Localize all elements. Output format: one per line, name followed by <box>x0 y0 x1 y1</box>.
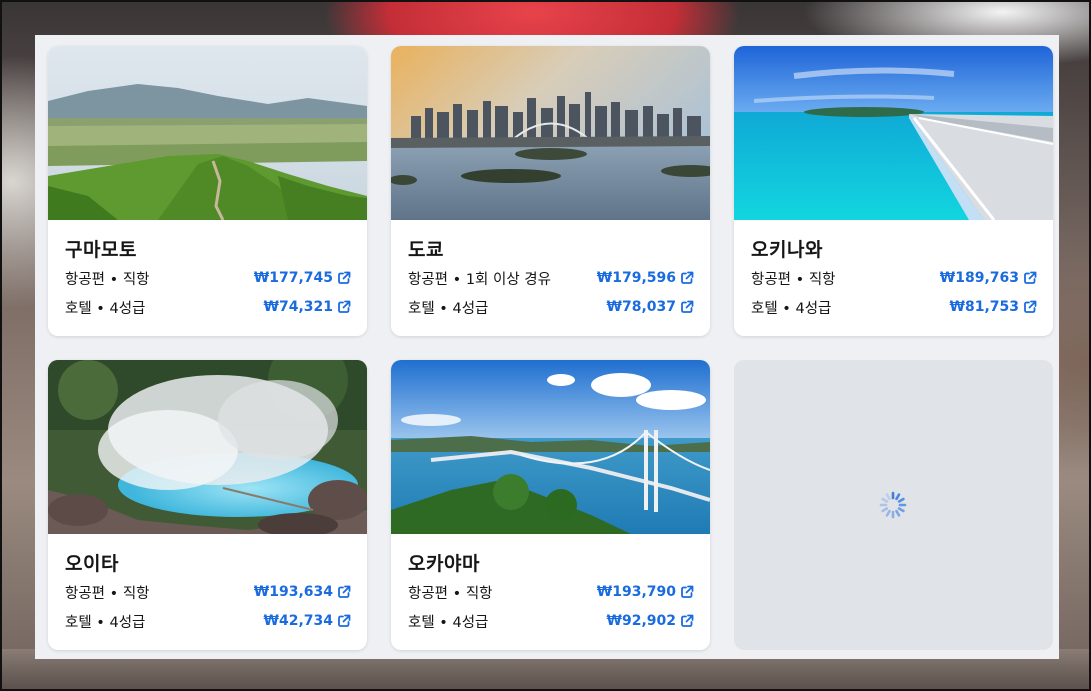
hotel-price: ₩42,734 <box>263 613 333 629</box>
hotel-detail: 4성급 <box>452 614 489 631</box>
flight-row: 항공편 • 직항 ₩193,790 <box>408 582 694 602</box>
hotel-label: 호텔 <box>65 614 92 631</box>
hotel-price-link[interactable]: ₩78,037 <box>607 299 694 315</box>
destination-photo <box>734 46 1053 220</box>
external-link-icon <box>1024 300 1037 313</box>
hotel-label: 호텔 <box>408 300 435 317</box>
external-link-icon <box>681 300 694 313</box>
external-link-icon <box>338 300 351 313</box>
loading-spinner-icon <box>879 491 907 519</box>
flight-price: ₩189,763 <box>939 270 1019 286</box>
destination-photo <box>48 46 367 220</box>
hotel-label: 호텔 <box>65 300 92 317</box>
flight-price-link[interactable]: ₩179,596 <box>597 270 694 286</box>
external-link-icon <box>338 271 351 284</box>
flight-price: ₩193,634 <box>253 584 333 600</box>
destination-photo <box>48 360 367 534</box>
flight-label: 항공편 <box>408 271 449 288</box>
flight-detail: 직항 <box>465 585 493 602</box>
flight-price-link[interactable]: ₩193,634 <box>254 584 351 600</box>
hotel-row: 호텔 • 4성급 ₩92,902 <box>408 611 694 631</box>
flight-label: 항공편 <box>65 585 106 602</box>
hotel-detail: 4성급 <box>109 300 146 317</box>
hotel-price-link[interactable]: ₩42,734 <box>264 613 351 629</box>
flight-price-link[interactable]: ₩177,745 <box>254 270 351 286</box>
hotel-detail: 4성급 <box>452 300 489 317</box>
flight-price: ₩179,596 <box>596 270 676 286</box>
flight-label: 항공편 <box>751 271 792 288</box>
destination-city: 도쿄 <box>408 239 444 261</box>
external-link-icon <box>681 614 694 627</box>
flight-detail: 직항 <box>122 585 150 602</box>
flight-row: 항공편 • 직항 ₩189,763 <box>751 268 1037 288</box>
external-link-icon <box>1024 271 1037 284</box>
hotel-price: ₩74,321 <box>263 299 333 315</box>
hotel-row: 호텔 • 4성급 ₩42,734 <box>65 611 351 631</box>
destination-card-okayama[interactable]: 오카야마 항공편 • 직항 ₩193,790 호텔 • 4성급 ₩92,902 <box>391 360 710 650</box>
hotel-row: 호텔 • 4성급 ₩81,753 <box>751 297 1037 317</box>
destination-card-oita[interactable]: 오이타 항공편 • 직항 ₩193,634 호텔 • 4성급 ₩42,734 <box>48 360 367 650</box>
flight-row: 항공편 • 1회 이상 경유 ₩179,596 <box>408 268 694 288</box>
destination-city: 오카야마 <box>408 553 480 575</box>
flight-price-link[interactable]: ₩189,763 <box>940 270 1037 286</box>
flight-price: ₩177,745 <box>253 270 333 286</box>
hotel-label: 호텔 <box>408 614 435 631</box>
destination-card-tokyo[interactable]: 도쿄 항공편 • 1회 이상 경유 ₩179,596 호텔 • 4성급 ₩78,… <box>391 46 710 336</box>
hotel-row: 호텔 • 4성급 ₩78,037 <box>408 297 694 317</box>
flight-price-link[interactable]: ₩193,790 <box>597 584 694 600</box>
loading-card-placeholder <box>734 360 1053 650</box>
hotel-label: 호텔 <box>751 300 778 317</box>
flight-detail: 직항 <box>808 271 836 288</box>
flight-detail: 직항 <box>122 271 150 288</box>
external-link-icon <box>338 614 351 627</box>
hotel-price: ₩78,037 <box>606 299 676 315</box>
external-link-icon <box>681 271 694 284</box>
destination-photo <box>391 46 710 220</box>
destination-grid: 구마모토 항공편 • 직항 ₩177,745 호텔 • 4성급 ₩74,321 <box>35 35 1059 659</box>
hotel-detail: 4성급 <box>109 614 146 631</box>
hotel-price-link[interactable]: ₩74,321 <box>264 299 351 315</box>
hotel-price-link[interactable]: ₩81,753 <box>950 299 1037 315</box>
hotel-price-link[interactable]: ₩92,902 <box>607 613 694 629</box>
flight-row: 항공편 • 직항 ₩177,745 <box>65 268 351 288</box>
hotel-price: ₩81,753 <box>949 299 1019 315</box>
external-link-icon <box>681 585 694 598</box>
destination-card-kumamoto[interactable]: 구마모토 항공편 • 직항 ₩177,745 호텔 • 4성급 ₩74,321 <box>48 46 367 336</box>
flight-detail: 1회 이상 경유 <box>465 271 551 288</box>
destination-city: 오키나와 <box>751 239 823 261</box>
flight-price: ₩193,790 <box>596 584 676 600</box>
external-link-icon <box>338 585 351 598</box>
hotel-price: ₩92,902 <box>606 613 676 629</box>
destination-city: 구마모토 <box>65 239 137 261</box>
flight-row: 항공편 • 직항 ₩193,634 <box>65 582 351 602</box>
flight-label: 항공편 <box>65 271 106 288</box>
flight-label: 항공편 <box>408 585 449 602</box>
destination-city: 오이타 <box>65 553 119 575</box>
destination-card-okinawa[interactable]: 오키나와 항공편 • 직항 ₩189,763 호텔 • 4성급 ₩81,753 <box>734 46 1053 336</box>
hotel-detail: 4성급 <box>795 300 832 317</box>
destination-photo <box>391 360 710 534</box>
hotel-row: 호텔 • 4성급 ₩74,321 <box>65 297 351 317</box>
